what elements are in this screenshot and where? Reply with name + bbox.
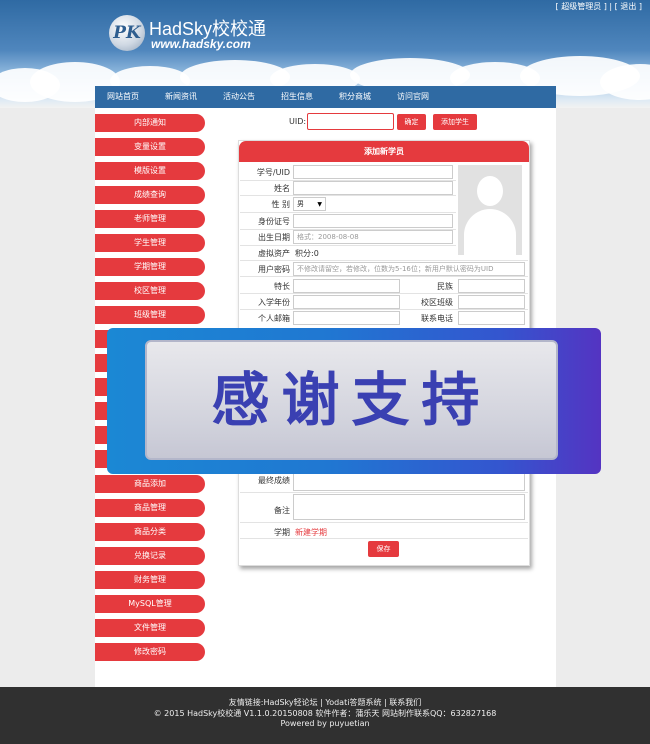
campus-class-label: 校区班级: [421, 298, 453, 307]
footer-powered: Powered by puyuetian: [280, 719, 370, 728]
nav-item-official-site[interactable]: 访问官网: [397, 86, 429, 108]
nav-item-home[interactable]: 网站首页: [107, 86, 139, 108]
sidebar-item-grades[interactable]: 成绩查询: [95, 186, 205, 204]
sidebar-item-categories[interactable]: 商品分类: [95, 523, 205, 541]
sidebar-item-students[interactable]: 学生管理: [95, 234, 205, 252]
virtual-assets-label: 虚拟资产: [258, 249, 290, 258]
nav-item-admission[interactable]: 招生信息: [281, 86, 313, 108]
footer-links[interactable]: 友情链接:HadSky轻论坛 | Yodati答题系统 | 联系我们: [0, 697, 650, 708]
sidebar-item-variables[interactable]: 变量设置: [95, 138, 205, 156]
name-field[interactable]: [293, 181, 453, 195]
term-label: 学期: [274, 528, 290, 537]
sidebar-item-add-product[interactable]: 商品添加: [95, 475, 205, 493]
avatar-body-icon: [464, 209, 516, 255]
sidebar-item-teachers[interactable]: 老师管理: [95, 210, 205, 228]
email-label: 个人邮箱: [258, 314, 290, 323]
ethnic-label: 民族: [437, 282, 453, 291]
remark-textarea[interactable]: [293, 494, 525, 520]
enroll-year-field[interactable]: [293, 295, 400, 309]
sidebar-item-classes[interactable]: 班级管理: [95, 306, 205, 324]
remark-label: 备注: [274, 506, 290, 515]
admin-link[interactable]: [ 超级管理员 ]: [556, 2, 607, 11]
thanks-banner: 感谢支持: [107, 328, 601, 474]
email-field[interactable]: [293, 311, 400, 325]
password-label: 用户密码: [258, 265, 290, 274]
birth-date-field[interactable]: 格式：2008-08-08: [293, 230, 453, 244]
final-score-textarea[interactable]: [293, 471, 525, 491]
ethnic-field[interactable]: [458, 279, 525, 293]
password-field[interactable]: 不修改请留空，若修改，位数为5-16位；新用户默认密码为UID: [293, 262, 525, 276]
phone-label: 联系电话: [421, 314, 453, 323]
sidebar-item-files[interactable]: 文件管理: [95, 619, 205, 637]
name-field-label: 姓名: [274, 184, 290, 193]
top-links: [ 超级管理员 ] | [ 退出 ]: [556, 1, 642, 12]
logo-icon[interactable]: PK: [109, 15, 145, 51]
id-card-label: 身份证号: [258, 217, 290, 226]
nav-item-news[interactable]: 新闻资讯: [165, 86, 197, 108]
confirm-button[interactable]: 确定: [397, 114, 426, 130]
sidebar-item-mysql[interactable]: MySQL管理: [95, 595, 205, 613]
new-term-link[interactable]: 新建学期: [295, 527, 327, 538]
chevron-down-icon: ▼: [317, 201, 322, 208]
uid-label: UID:: [289, 117, 307, 126]
sidebar-item-exchanges[interactable]: 兑换记录: [95, 547, 205, 565]
gender-select[interactable]: 男 ▼: [293, 197, 326, 211]
sidebar-item-templates[interactable]: 模版设置: [95, 162, 205, 180]
banner-text: 感谢支持: [145, 340, 558, 460]
site-url: www.hadsky.com: [151, 37, 251, 51]
uid-field-label: 学号/UID: [256, 168, 290, 177]
add-student-button[interactable]: 添加学生: [433, 114, 477, 130]
uid-field[interactable]: [293, 165, 453, 179]
gender-value: 男: [297, 200, 304, 208]
virtual-assets-value: 积分:0: [295, 249, 319, 258]
id-card-field[interactable]: [293, 214, 453, 228]
main-nav: 网站首页 新闻资讯 活动公告 招生信息 积分商城 访问官网: [95, 86, 556, 108]
campus-class-field[interactable]: [458, 295, 525, 309]
avatar-head-icon: [477, 176, 503, 206]
nav-item-events[interactable]: 活动公告: [223, 86, 255, 108]
sidebar-item-finance[interactable]: 财务管理: [95, 571, 205, 589]
sidebar-item-notices[interactable]: 内部通知: [95, 114, 205, 132]
final-score-label: 最终成绩: [258, 476, 290, 485]
footer-copyright: © 2015 HadSky校校通 V1.1.0.20150808 软件作者：蒲乐…: [153, 709, 497, 718]
uid-search-input[interactable]: [307, 113, 394, 130]
birth-date-label: 出生日期: [258, 233, 290, 242]
logout-link[interactable]: [ 退出 ]: [615, 2, 642, 11]
panel-title: 添加新学员: [239, 141, 529, 162]
sidebar-item-products[interactable]: 商品管理: [95, 499, 205, 517]
nav-item-points-mall[interactable]: 积分商城: [339, 86, 371, 108]
site-footer: 友情链接:HadSky轻论坛 | Yodati答题系统 | 联系我们 © 201…: [0, 687, 650, 744]
avatar[interactable]: [458, 165, 522, 255]
enroll-year-label: 入学年份: [258, 298, 290, 307]
phone-field[interactable]: [458, 311, 525, 325]
specialty-label: 特长: [274, 282, 290, 291]
specialty-field[interactable]: [293, 279, 400, 293]
sidebar-item-password[interactable]: 修改密码: [95, 643, 205, 661]
sidebar-item-terms[interactable]: 学期管理: [95, 258, 205, 276]
sidebar-item-campus[interactable]: 校区管理: [95, 282, 205, 300]
save-button[interactable]: 保存: [368, 541, 399, 557]
gender-field-label: 性 别: [271, 200, 290, 209]
